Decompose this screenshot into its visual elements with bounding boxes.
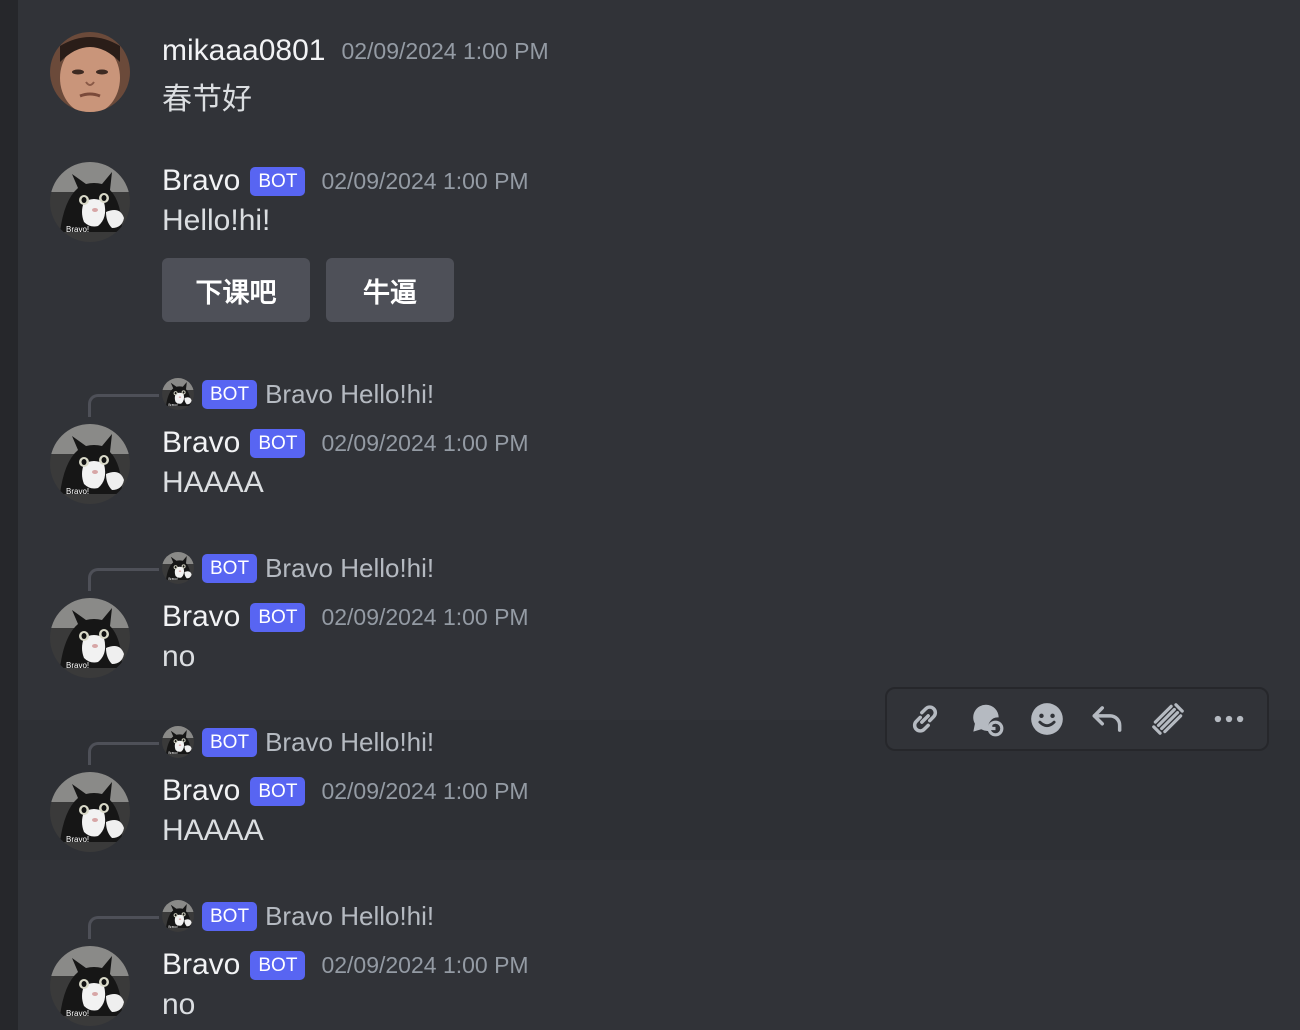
timestamp[interactable]: 02/09/2024 1:00 PM: [321, 604, 528, 631]
reply-reference[interactable]: BOT Bravo Hello!hi!: [162, 726, 434, 758]
reply-spine: [88, 568, 159, 591]
message-content: HAAAA: [162, 466, 264, 499]
avatar[interactable]: [50, 162, 130, 242]
message[interactable]: BOT Bravo Hello!hi! Bravo BOT 02/09/2024…: [18, 360, 1300, 530]
timestamp[interactable]: 02/09/2024 1:00 PM: [321, 168, 528, 195]
message[interactable]: BOT Bravo Hello!hi! Bravo BOT 02/09/2024…: [18, 534, 1300, 704]
component-buttons: 下课吧 牛逼: [162, 258, 454, 322]
username[interactable]: Bravo: [162, 948, 240, 982]
message-content: no: [162, 640, 196, 673]
timestamp[interactable]: 02/09/2024 1:00 PM: [321, 952, 528, 979]
left-edge: [0, 0, 18, 1030]
avatar[interactable]: [50, 424, 130, 504]
bot-tag: BOT: [250, 428, 306, 458]
link-icon[interactable]: [901, 695, 949, 743]
message-content: 春节好: [162, 83, 252, 116]
bot-tag: BOT: [202, 553, 258, 583]
timestamp[interactable]: 02/09/2024 1:00 PM: [341, 38, 548, 65]
reply-reference[interactable]: BOT Bravo Hello!hi!: [162, 552, 434, 584]
message-header: Bravo BOT 02/09/2024 1:00 PM: [162, 772, 529, 810]
bot-tag: BOT: [202, 901, 258, 931]
reply-preview[interactable]: Bravo Hello!hi!: [265, 553, 434, 584]
message[interactable]: mikaaa0801 02/09/2024 1:00 PM 春节好: [18, 0, 1300, 130]
reply-avatar: [162, 552, 194, 584]
bot-tag: BOT: [202, 379, 258, 409]
reply-spine: [88, 742, 159, 765]
timestamp[interactable]: 02/09/2024 1:00 PM: [321, 430, 528, 457]
message-content: HAAAA: [162, 814, 264, 847]
niubi-button[interactable]: 牛逼: [326, 258, 454, 322]
message-list[interactable]: mikaaa0801 02/09/2024 1:00 PM 春节好 Bravo …: [18, 0, 1300, 1030]
message-header: Bravo BOT 02/09/2024 1:00 PM: [162, 162, 529, 200]
message[interactable]: BOT Bravo Hello!hi! Bravo BOT 02/09/2024…: [18, 882, 1300, 1030]
reply-reference[interactable]: BOT Bravo Hello!hi!: [162, 378, 434, 410]
message-content: no: [162, 988, 196, 1021]
reply-preview[interactable]: Bravo Hello!hi!: [265, 379, 434, 410]
avatar[interactable]: [50, 946, 130, 1026]
avatar[interactable]: [50, 598, 130, 678]
xiake-button[interactable]: 下课吧: [162, 258, 310, 322]
reply-avatar: [162, 900, 194, 932]
message-actions-toolbar: [885, 687, 1269, 751]
bot-tag: BOT: [250, 776, 306, 806]
bot-icon[interactable]: [1144, 695, 1192, 743]
reply-reference[interactable]: BOT Bravo Hello!hi!: [162, 900, 434, 932]
username[interactable]: mikaaa0801: [162, 34, 325, 68]
bot-tag: BOT: [202, 727, 258, 757]
emoji-icon[interactable]: [1023, 695, 1071, 743]
bot-tag: BOT: [250, 166, 306, 196]
username[interactable]: Bravo: [162, 774, 240, 808]
message-header: Bravo BOT 02/09/2024 1:00 PM: [162, 424, 529, 462]
reply-preview[interactable]: Bravo Hello!hi!: [265, 901, 434, 932]
username[interactable]: Bravo: [162, 600, 240, 634]
avatar[interactable]: [50, 772, 130, 852]
reply-spine: [88, 916, 159, 939]
username[interactable]: Bravo: [162, 164, 240, 198]
reply-spine: [88, 394, 159, 417]
reply-avatar: [162, 378, 194, 410]
timestamp[interactable]: 02/09/2024 1:00 PM: [321, 778, 528, 805]
reply-preview[interactable]: Bravo Hello!hi!: [265, 727, 434, 758]
username[interactable]: Bravo: [162, 426, 240, 460]
message-header: Bravo BOT 02/09/2024 1:00 PM: [162, 946, 529, 984]
avatar[interactable]: [50, 32, 130, 112]
thread-icon[interactable]: [962, 695, 1010, 743]
bot-tag: BOT: [250, 602, 306, 632]
message-header: Bravo BOT 02/09/2024 1:00 PM: [162, 598, 529, 636]
more-icon[interactable]: [1205, 695, 1253, 743]
bot-tag: BOT: [250, 950, 306, 980]
message-content: Hello!hi!: [162, 204, 271, 237]
message[interactable]: Bravo BOT 02/09/2024 1:00 PM Hello!hi!: [18, 130, 1300, 360]
reply-avatar: [162, 726, 194, 758]
message-header: mikaaa0801 02/09/2024 1:00 PM: [162, 32, 549, 70]
reply-icon[interactable]: [1083, 695, 1131, 743]
